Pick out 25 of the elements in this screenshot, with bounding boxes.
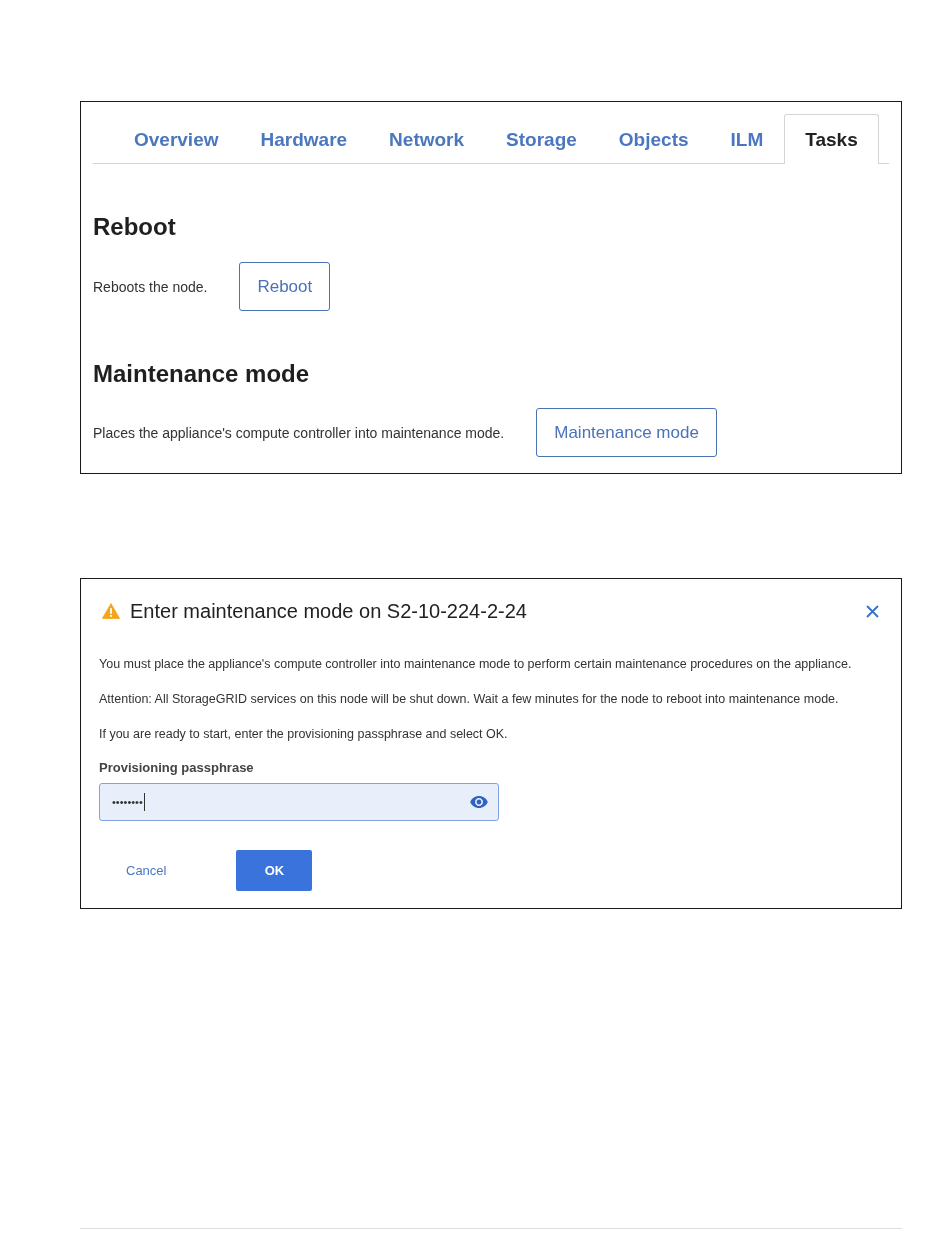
tab[interactable]: ILM (709, 115, 785, 164)
field-label: Provisioning passphrase (99, 759, 255, 777)
dialog-text: You must place the appliance's compute controller into maintenance mode to perform certain maintenance procedures on the appliance. (99, 656, 853, 673)
section-heading: Reboot (93, 212, 177, 242)
action-button[interactable]: Reboot (239, 262, 331, 311)
tab[interactable]: Overview (113, 115, 240, 164)
dialog-text: Attention: All StorageGRID services on this node will be shut down. Wait a few minutes for the node to reboot into maintenance mode. (99, 691, 840, 708)
dialog-title: Enter maintenance mode on S2-10-224-2-24 (130, 599, 527, 623)
dialog-text: If you are ready to start, enter the provisioning passphrase and select OK. (99, 726, 509, 743)
section-heading: Maintenance mode (93, 359, 311, 389)
tab[interactable]: Hardware (239, 115, 369, 164)
section-description: Reboots the node. (93, 278, 208, 295)
eye-icon[interactable] (470, 796, 488, 808)
tab[interactable]: Tasks (784, 114, 879, 164)
close-icon[interactable] (866, 604, 879, 618)
tab[interactable]: Objects (597, 115, 710, 164)
tab[interactable]: Storage (485, 115, 598, 164)
tab[interactable]: Network (368, 115, 486, 164)
warning-icon (102, 603, 120, 619)
section-description: Places the appliance's compute controller into maintenance mode. (93, 424, 505, 441)
cancel-link[interactable]: Cancel (126, 863, 167, 878)
passphrase-field[interactable]: •••••••• (99, 783, 499, 821)
confirm-button[interactable]: OK (236, 850, 313, 891)
action-button[interactable]: Maintenance mode (536, 408, 717, 457)
text-cursor (143, 793, 145, 811)
